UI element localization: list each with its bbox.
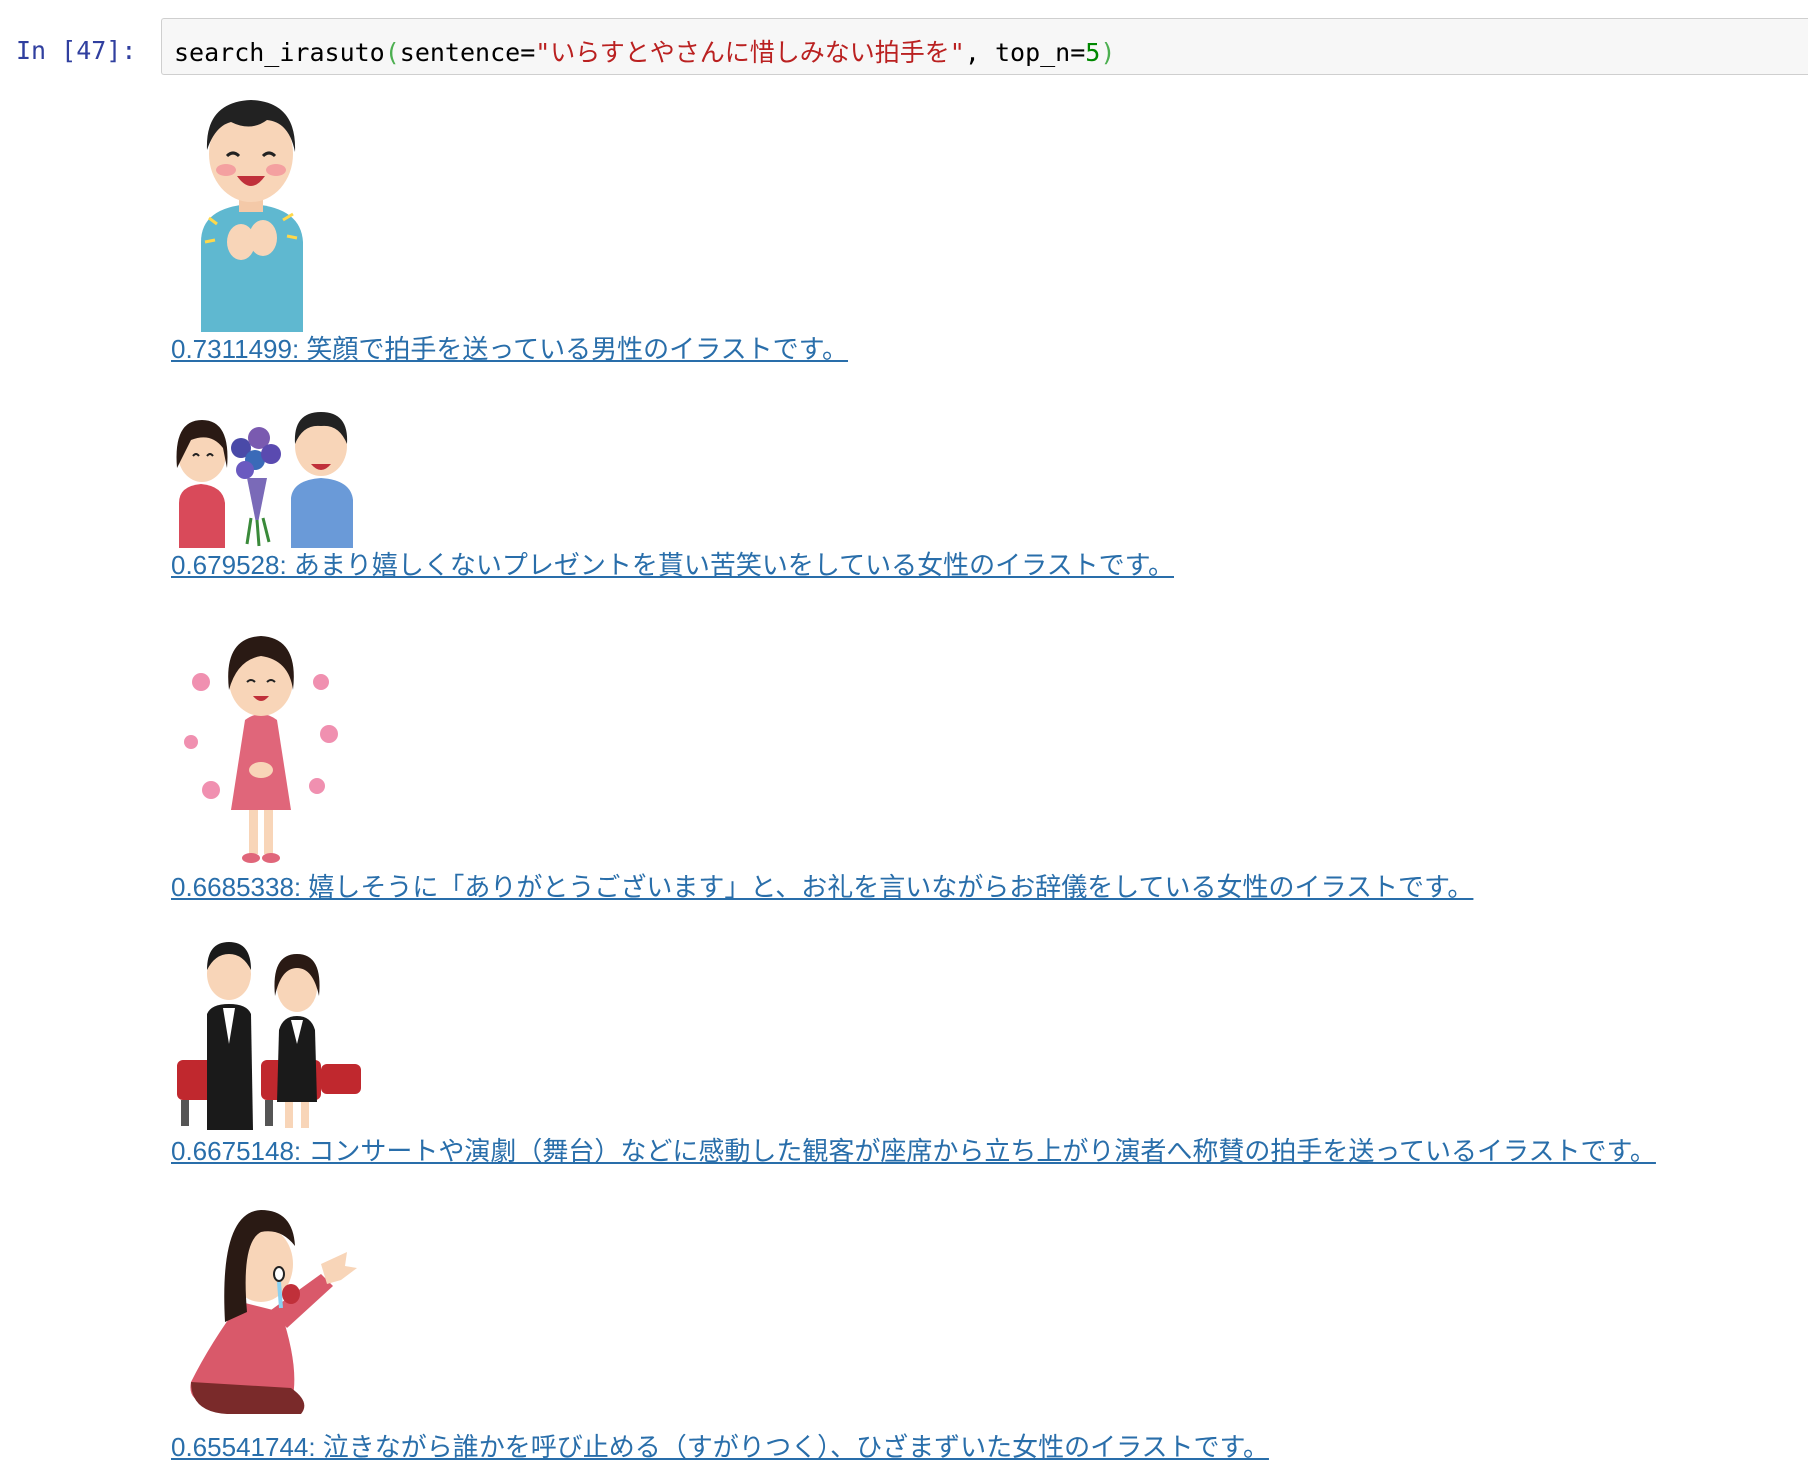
result-item: 0.65541744: 泣きながら誰かを呼び止める（すがりつく）、ひざまずいた女…: [171, 1202, 1269, 1464]
woman-receiving-bouquet-illustration: [176, 412, 353, 548]
code-open-paren: (: [384, 38, 400, 67]
result-item: 0.6675148: コンサートや演劇（舞台）などに感動した観客が座席から立ち上…: [171, 934, 1656, 1168]
kneeling-crying-woman-illustration: [190, 1210, 357, 1414]
result-item: 0.6685338: 嬉しそうに「ありがとうございます」と、お礼を言いながらお辞…: [171, 630, 1473, 904]
standing-ovation-audience-illustration: [177, 942, 361, 1130]
code-input[interactable]: search_irasuto(sentence="いらすとやさんに惜しみない拍手…: [161, 18, 1808, 75]
code-arg2-value: 5: [1085, 38, 1101, 67]
result-link[interactable]: 0.6675148: コンサートや演劇（舞台）などに感動した観客が座席から立ち上…: [171, 1134, 1656, 1168]
result-link[interactable]: 0.679528: あまり嬉しくないプレゼントを貰い苦笑いをしている女性のイラス…: [171, 548, 1174, 582]
result-link[interactable]: 0.65541744: 泣きながら誰かを呼び止める（すがりつく）、ひざまずいた女…: [171, 1430, 1269, 1464]
result-link[interactable]: 0.7311499: 笑顔で拍手を送っている男性のイラストです。: [171, 332, 848, 366]
code-arg2-name: top_n=: [994, 38, 1086, 67]
clapping-man-illustration: [201, 100, 303, 332]
code-arg1-value: "いらすとやさんに惜しみない拍手を": [535, 38, 965, 67]
code-sep: ,: [964, 38, 995, 67]
code-close-paren: ): [1100, 38, 1116, 67]
result-link[interactable]: 0.6685338: 嬉しそうに「ありがとうございます」と、お礼を言いながらお辞…: [171, 870, 1473, 904]
code-arg1-name: sentence=: [399, 38, 536, 67]
cell-prompt: In [47]:: [16, 36, 137, 65]
result-item: 0.7311499: 笑顔で拍手を送っている男性のイラストです。: [171, 92, 848, 366]
bowing-woman-with-flowers-illustration: [184, 636, 338, 863]
result-item: 0.679528: あまり嬉しくないプレゼントを貰い苦笑いをしている女性のイラス…: [171, 408, 1174, 582]
code-func: search_irasuto: [174, 38, 385, 67]
